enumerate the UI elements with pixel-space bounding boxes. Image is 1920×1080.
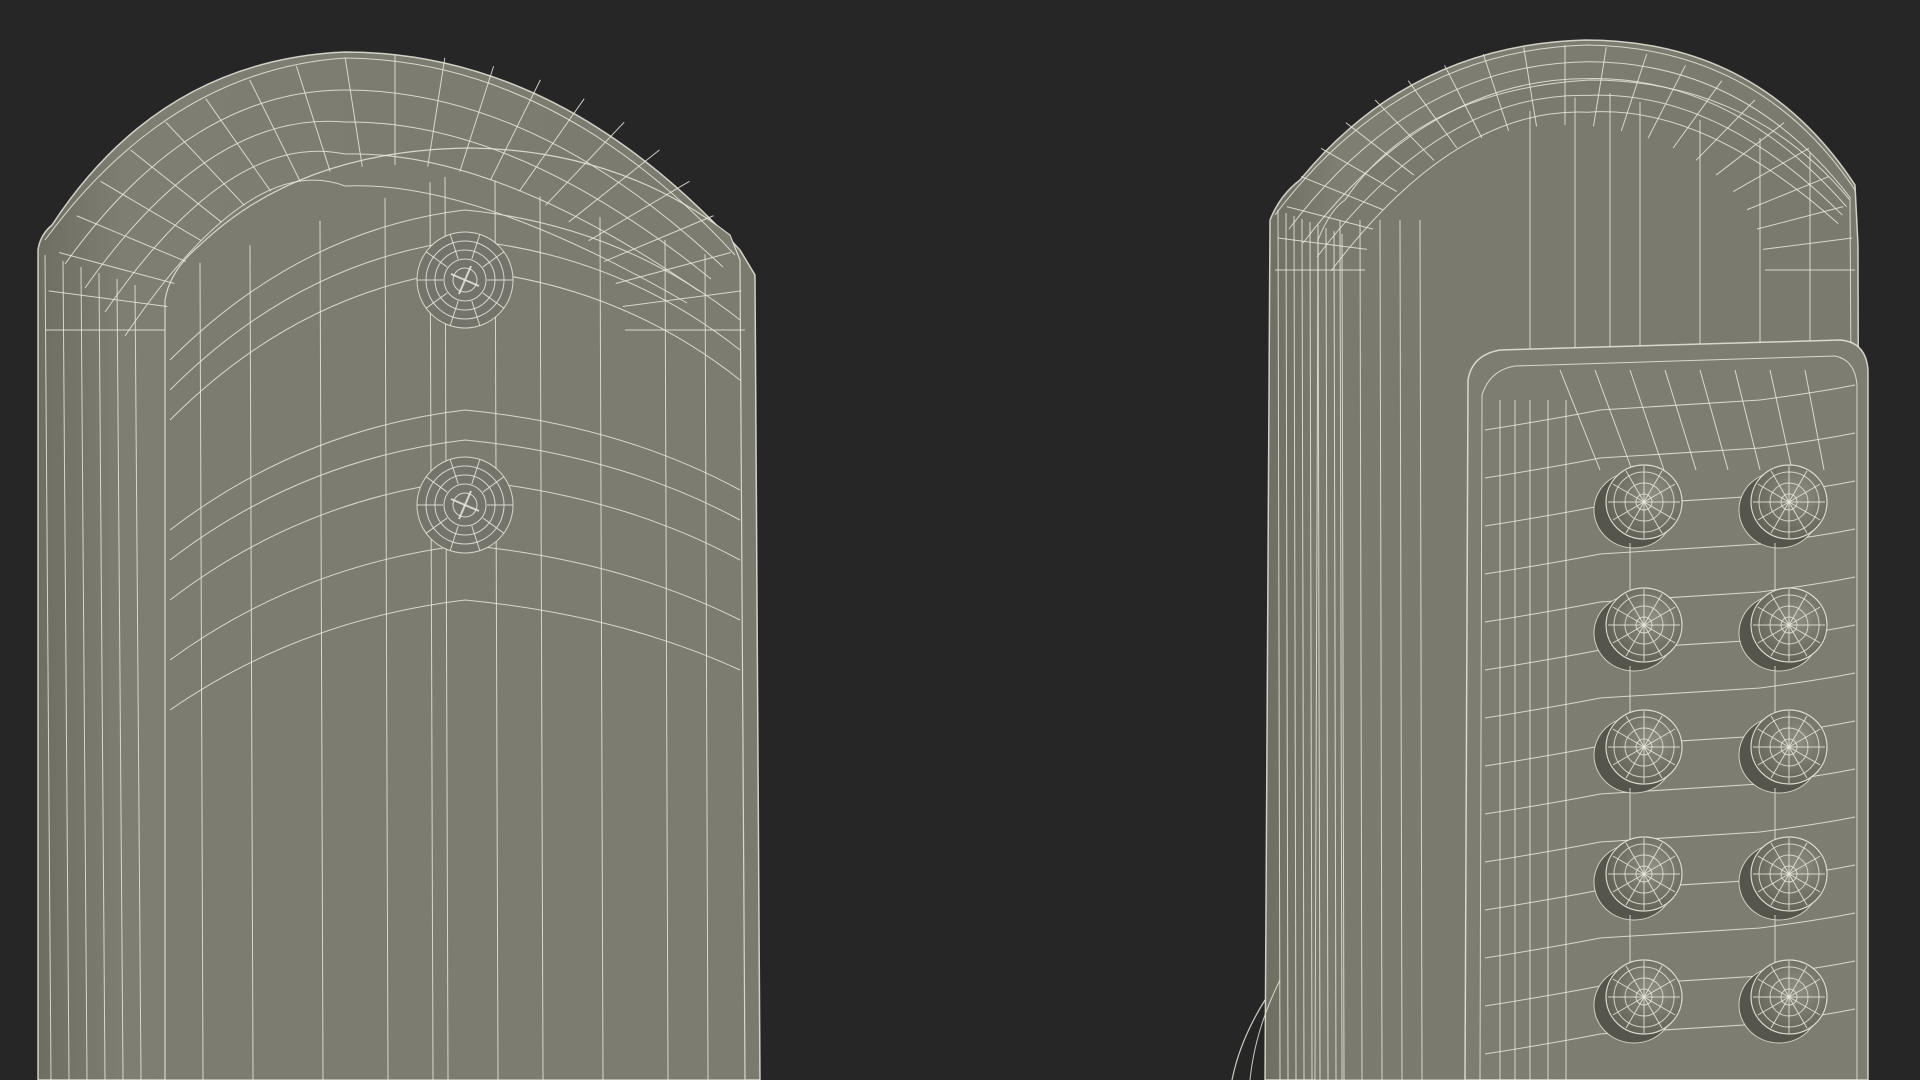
door-plate-back — [37, 51, 761, 1080]
keypad-lock-front — [1231, 39, 1869, 1080]
screw — [416, 231, 514, 329]
screw — [416, 456, 514, 554]
render-viewport — [0, 0, 1920, 1080]
wireframe-render — [0, 0, 1920, 1080]
